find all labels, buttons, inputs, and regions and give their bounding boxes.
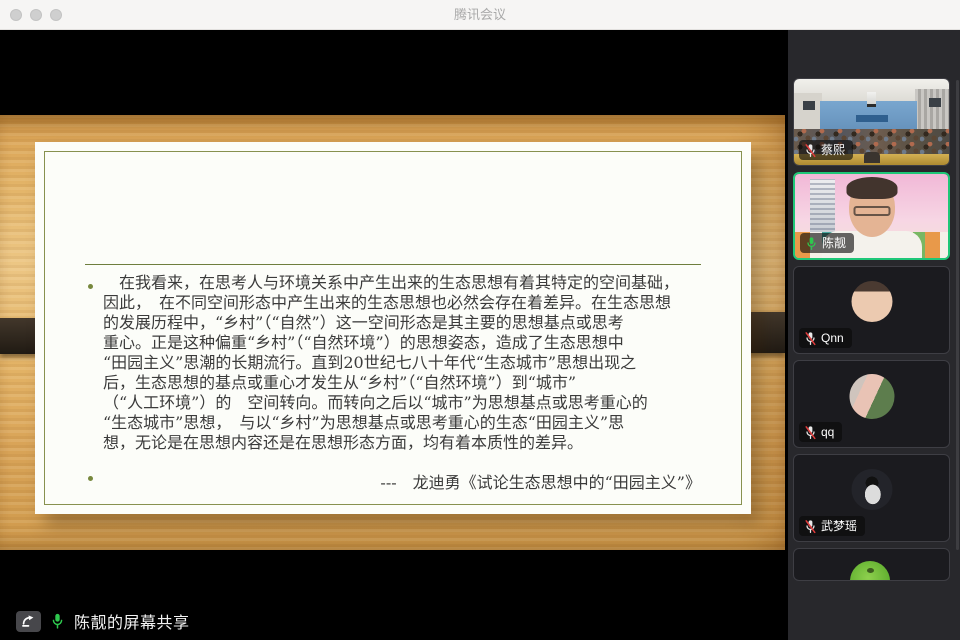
slide-body-text: 在我看来，在思考人与环境关系中产生出来的生态思想有着其特定的空间基础， 因此， … (103, 273, 753, 453)
shared-screen-view[interactable]: 在我看来，在思考人与环境关系中产生出来的生态思想有着其特定的空间基础， 因此， … (0, 30, 788, 640)
screen-share-banner: 陈靓的屏幕共享 (16, 609, 190, 633)
window-title: 腾讯会议 (0, 0, 960, 30)
mic-on-icon (805, 236, 818, 251)
participant-tile-caixi[interactable]: 蔡熙 (793, 78, 950, 166)
classroom-speaker-box (803, 101, 815, 110)
speaker-hair (846, 177, 897, 199)
mic-muted-icon (804, 143, 817, 158)
participant-name: 陈靓 (822, 235, 846, 251)
slide-citation-text: --- 龙迪勇《试论生态思想中的“田园主义”》 (81, 469, 701, 493)
window-titlebar[interactable]: 腾讯会议 (0, 0, 960, 30)
presentation-slide: 在我看来，在思考人与环境关系中产生出来的生态思想有着其特定的空间基础， 因此， … (0, 115, 785, 550)
virtual-bg-skyscraper (810, 179, 835, 235)
classroom-projector (867, 92, 876, 107)
participants-sidebar: 蔡熙 陈靓 (788, 30, 960, 640)
avatar (851, 469, 892, 510)
participant-name-badge: 蔡熙 (799, 140, 853, 160)
slide-paper-card: 在我看来，在思考人与环境关系中产生出来的生态思想有着其特定的空间基础， 因此， … (35, 142, 751, 514)
sidebar-scrollbar[interactable] (956, 80, 959, 550)
speaker-glasses (853, 206, 890, 216)
mic-muted-icon (804, 331, 817, 346)
screen-share-label: 陈靓的屏幕共享 (74, 609, 190, 633)
participant-name: Qnn (821, 330, 844, 346)
classroom-speaker-box (929, 98, 941, 107)
participant-tile-qq[interactable]: qq (793, 360, 950, 448)
mic-on-icon (50, 612, 65, 630)
participant-tile-qnn[interactable]: Qnn (793, 266, 950, 354)
participant-name-badge: qq (799, 422, 842, 442)
meeting-window: 腾讯会议 在我看来，在思考人与环境关系中产生出来的生态思想有着其特定的空间基础，… (0, 0, 960, 640)
avatar (850, 561, 890, 580)
participant-tile-wumengyao[interactable]: 武梦瑶 (793, 454, 950, 542)
participant-tile-partial[interactable] (793, 548, 950, 581)
participant-tile-chenliang[interactable]: 陈靓 (793, 172, 950, 260)
avatar (849, 374, 894, 419)
participant-name-badge: 陈靓 (800, 233, 854, 253)
classroom-wall-sign (856, 115, 888, 122)
screen-share-icon (16, 611, 41, 632)
bullet-dot (88, 284, 93, 289)
classroom-front-person (864, 152, 880, 163)
participant-name: qq (821, 424, 834, 440)
participant-name-badge: 武梦瑶 (799, 516, 865, 536)
participant-name-badge: Qnn (799, 328, 852, 348)
mic-muted-icon (804, 519, 817, 534)
participant-name: 武梦瑶 (821, 518, 857, 534)
avatar (851, 281, 892, 322)
participant-video-avatar (794, 549, 949, 580)
avatar-detail (867, 568, 874, 573)
participant-name: 蔡熙 (821, 142, 845, 158)
slide-divider-line (85, 264, 701, 265)
mic-muted-icon (804, 425, 817, 440)
